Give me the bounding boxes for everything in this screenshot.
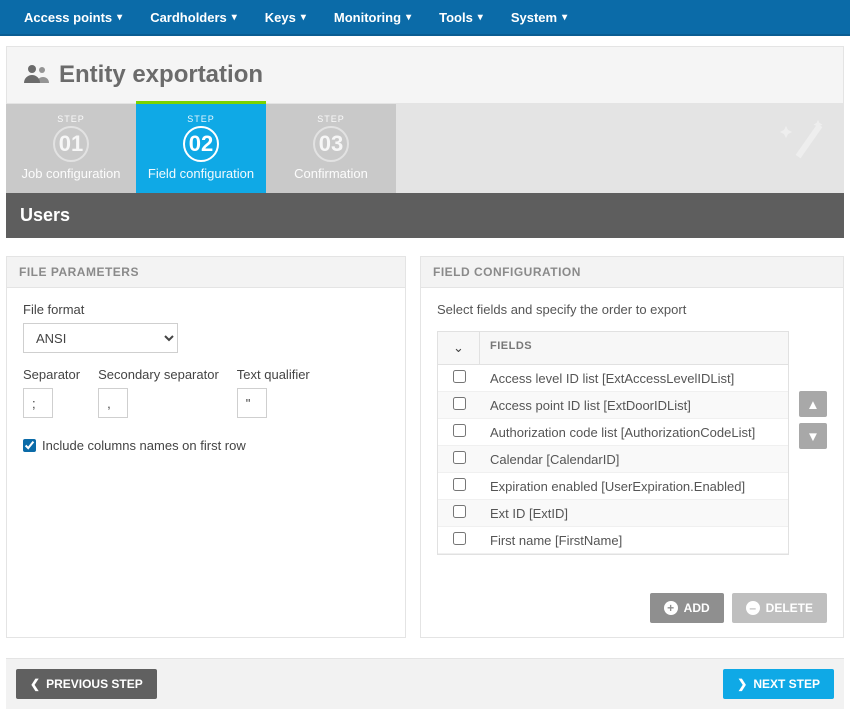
chevron-left-icon: ❮ bbox=[30, 677, 40, 691]
field-checkbox[interactable] bbox=[453, 451, 466, 464]
step-job-configuration[interactable]: STEP 01 Job configuration bbox=[6, 104, 136, 193]
text-qualifier-label: Text qualifier bbox=[237, 367, 310, 382]
page-header: Entity exportation bbox=[6, 46, 844, 104]
field-label: First name [FirstName] bbox=[480, 528, 788, 553]
add-field-button[interactable]: +ADD bbox=[650, 593, 724, 623]
nav-cardholders[interactable]: Cardholders▾ bbox=[136, 0, 251, 35]
field-config-description: Select fields and specify the order to e… bbox=[437, 302, 827, 317]
nav-access-points[interactable]: Access points▾ bbox=[10, 0, 136, 35]
nav-tools[interactable]: Tools▾ bbox=[425, 0, 497, 35]
page-title: Entity exportation bbox=[59, 61, 263, 89]
separator-input[interactable] bbox=[23, 388, 53, 418]
entity-icon bbox=[23, 63, 51, 88]
config-panels: FILE PARAMETERS File format ANSI Separat… bbox=[0, 238, 850, 648]
field-label: Access level ID list [ExtAccessLevelIDLi… bbox=[480, 366, 788, 391]
field-checkbox[interactable] bbox=[453, 397, 466, 410]
field-row[interactable]: Calendar [CalendarID] bbox=[438, 446, 788, 473]
field-checkbox[interactable] bbox=[453, 370, 466, 383]
wizard-steps: STEP 01 Job configuration STEP 02 Field … bbox=[6, 104, 844, 193]
arrow-up-icon: ▲ bbox=[806, 397, 819, 412]
file-format-label: File format bbox=[23, 302, 389, 317]
file-parameters-panel: FILE PARAMETERS File format ANSI Separat… bbox=[6, 256, 406, 638]
separator-label: Separator bbox=[23, 367, 80, 382]
nav-keys[interactable]: Keys▾ bbox=[251, 0, 320, 35]
fields-table: ⌄ FIELDS Access level ID list [ExtAccess… bbox=[437, 331, 789, 555]
wizard-wand-icon bbox=[778, 116, 826, 167]
field-configuration-panel: FIELD CONFIGURATION Select fields and sp… bbox=[420, 256, 844, 638]
secondary-separator-label: Secondary separator bbox=[98, 367, 219, 382]
field-label: Calendar [CalendarID] bbox=[480, 447, 788, 472]
file-format-select[interactable]: ANSI bbox=[23, 323, 178, 353]
chevron-right-icon: ❯ bbox=[737, 677, 747, 691]
top-nav: Access points▾ Cardholders▾ Keys▾ Monito… bbox=[0, 0, 850, 36]
include-columns-label: Include columns names on first row bbox=[42, 438, 246, 453]
file-parameters-header: FILE PARAMETERS bbox=[7, 257, 405, 288]
move-down-button[interactable]: ▼ bbox=[799, 423, 827, 449]
caret-down-icon: ▾ bbox=[301, 12, 306, 23]
caret-down-icon: ▾ bbox=[232, 12, 237, 23]
text-qualifier-input[interactable] bbox=[237, 388, 267, 418]
step-field-configuration[interactable]: STEP 02 Field configuration bbox=[136, 101, 266, 193]
step-confirmation[interactable]: STEP 03 Confirmation bbox=[266, 104, 396, 193]
field-row[interactable]: Access level ID list [ExtAccessLevelIDLi… bbox=[438, 365, 788, 392]
caret-down-icon: ▾ bbox=[562, 12, 567, 23]
move-up-button[interactable]: ▲ bbox=[799, 391, 827, 417]
field-row[interactable]: Ext ID [ExtID] bbox=[438, 500, 788, 527]
secondary-separator-input[interactable] bbox=[98, 388, 128, 418]
field-label: Authorization code list [AuthorizationCo… bbox=[480, 420, 788, 445]
wizard-footer: ❮PREVIOUS STEP ❯NEXT STEP bbox=[6, 658, 844, 709]
fields-column-header: FIELDS bbox=[480, 332, 788, 364]
field-row[interactable]: Expiration enabled [UserExpiration.Enabl… bbox=[438, 473, 788, 500]
field-checkbox[interactable] bbox=[453, 505, 466, 518]
field-row[interactable]: Access point ID list [ExtDoorIDList] bbox=[438, 392, 788, 419]
field-checkbox[interactable] bbox=[453, 532, 466, 545]
caret-down-icon: ▾ bbox=[117, 12, 122, 23]
field-label: Ext ID [ExtID] bbox=[480, 501, 788, 526]
field-row[interactable]: Authorization code list [AuthorizationCo… bbox=[438, 419, 788, 446]
minus-icon: – bbox=[746, 601, 760, 615]
field-label: Expiration enabled [UserExpiration.Enabl… bbox=[480, 474, 788, 499]
chevron-down-icon: ⌄ bbox=[453, 340, 464, 355]
nav-monitoring[interactable]: Monitoring▾ bbox=[320, 0, 425, 35]
field-label: Access point ID list [ExtDoorIDList] bbox=[480, 393, 788, 418]
include-columns-checkbox[interactable] bbox=[23, 439, 36, 452]
previous-step-button[interactable]: ❮PREVIOUS STEP bbox=[16, 669, 157, 699]
nav-system[interactable]: System▾ bbox=[497, 0, 581, 35]
delete-field-button[interactable]: –DELETE bbox=[732, 593, 827, 623]
field-row[interactable]: First name [FirstName] bbox=[438, 527, 788, 554]
expand-all-toggle[interactable]: ⌄ bbox=[438, 332, 480, 364]
field-configuration-header: FIELD CONFIGURATION bbox=[421, 257, 843, 288]
plus-icon: + bbox=[664, 601, 678, 615]
caret-down-icon: ▾ bbox=[406, 12, 411, 23]
arrow-down-icon: ▼ bbox=[806, 429, 819, 444]
caret-down-icon: ▾ bbox=[478, 12, 483, 23]
field-checkbox[interactable] bbox=[453, 478, 466, 491]
field-checkbox[interactable] bbox=[453, 424, 466, 437]
next-step-button[interactable]: ❯NEXT STEP bbox=[723, 669, 834, 699]
entity-type-header: Users bbox=[6, 193, 844, 238]
